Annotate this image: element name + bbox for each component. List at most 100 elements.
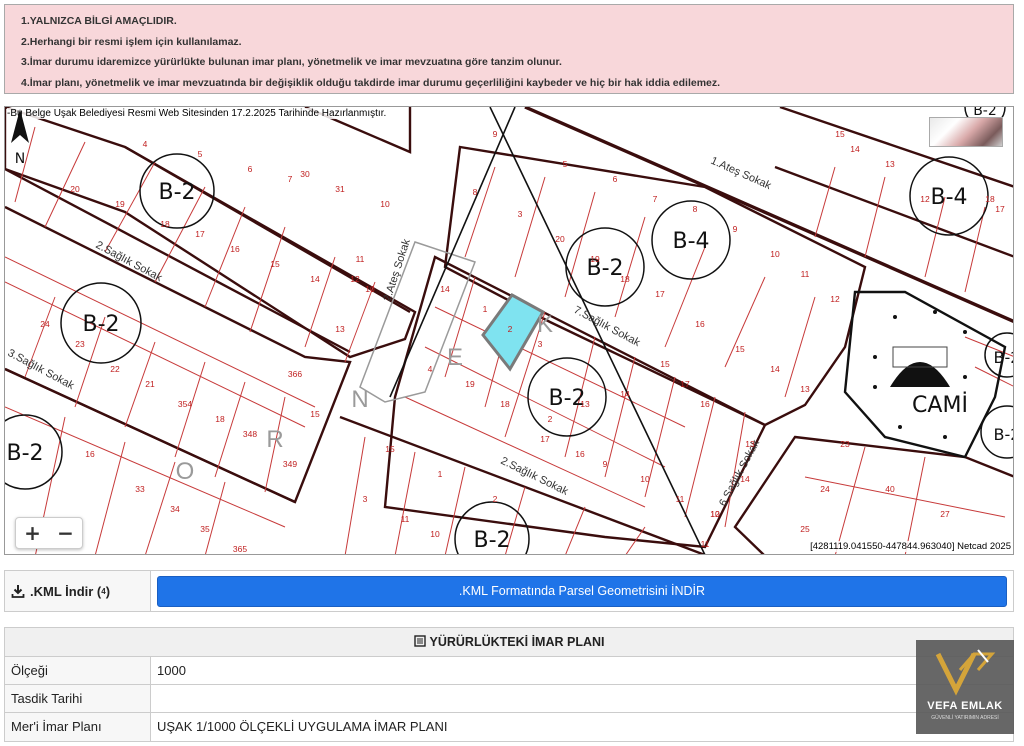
parcel-number: 354 [178, 399, 192, 409]
parcel-number: 20 [555, 234, 565, 244]
parcel-number: 13 [800, 384, 810, 394]
parcel-number: 9 [603, 459, 608, 469]
street-label: 1.Ateş Sokak [709, 155, 774, 193]
parcel-number: 21 [145, 379, 155, 389]
parcel-number: 10 [710, 509, 720, 519]
parcel-number: 14 [620, 389, 630, 399]
north-label: N [15, 151, 25, 167]
parcel-number: 13 [335, 324, 345, 334]
zoning-plan-title: YÜRÜRLÜKTEKİ İMAR PLANI [429, 635, 605, 649]
overlay-letter: E [447, 344, 463, 371]
zoom-out-button[interactable]: − [49, 518, 82, 548]
watermark-logo: VEFA EMLAK GÜVENLİ YATIRIMIN ADRESİ [916, 640, 1014, 734]
parcel-number: 5 [563, 159, 568, 169]
watermark-brand: VEFA EMLAK [927, 700, 1003, 712]
row-value-current-plan: UŞAK 1/1000 ÖLÇEKLİ UYGULAMA İMAR PLANI [157, 719, 448, 734]
parcel-number: 3 [518, 209, 523, 219]
parcel-number: 1 [438, 469, 443, 479]
parcel-number: 14 [310, 274, 320, 284]
parcel-number: 40 [885, 484, 895, 494]
map-canvas[interactable]: B-2 B-2 B-2 B-2 B-2 B-2 B-4 B-4 B-2 B-2 … [5, 107, 1014, 555]
layer-switcher-thumbnail[interactable] [929, 117, 1003, 147]
zoning-plan-header: YÜRÜRLÜKTEKİ İMAR PLANI [5, 628, 1013, 657]
parcel-number: 24 [820, 484, 830, 494]
parcel-number: 14 [850, 144, 860, 154]
parcel-number: 11 [401, 514, 410, 524]
parcel-number: 12 [920, 194, 930, 204]
parcel-number: 18 [215, 414, 225, 424]
parcel-number: 16 [85, 449, 95, 459]
parcel-number: 18 [500, 399, 510, 409]
parcel-number: 6 [248, 164, 253, 174]
parcel-number: 22 [110, 364, 120, 374]
parcel-number: 16 [230, 244, 240, 254]
parcel-number: 18 [985, 194, 995, 204]
kml-download-button[interactable]: .KML Formatında Parsel Geometrisini İNDİ… [157, 576, 1007, 607]
kml-label: .KML İndir (4) [5, 571, 151, 611]
zone-label: B-2 [82, 312, 119, 337]
document-icon [413, 635, 426, 647]
map-caption: -Bu Belge Uşak Belediyesi Resmi Web Site… [7, 108, 387, 119]
parcel-number: 12 [350, 274, 360, 284]
parcel-number: 349 [283, 459, 297, 469]
street-label: 2.Sağlık Sokak [94, 239, 165, 284]
parcel-number: 15 [660, 359, 670, 369]
parcel-number: 20 [70, 184, 80, 194]
watermark-tagline: GÜVENLİ YATIRIMIN ADRESİ [931, 715, 999, 721]
table-row: Mer'i İmar Planı UŞAK 1/1000 ÖLÇEKLİ UYG… [5, 713, 1013, 741]
parcel-number: 3 [538, 339, 543, 349]
overlay-letter: N [351, 386, 368, 413]
zoning-plan-table: YÜRÜRLÜKTEKİ İMAR PLANI Ölçeği 1000 Tasd… [4, 627, 1014, 742]
parcel-number: 19 [115, 199, 125, 209]
parcel-number: 2 [548, 414, 553, 424]
parcel-number: 17 [540, 434, 550, 444]
zoom-in-button[interactable]: + [16, 518, 49, 548]
parcel-number: 16 [695, 319, 705, 329]
parcel-number: 17 [655, 289, 665, 299]
zoning-map[interactable]: B-2 B-2 B-2 B-2 B-2 B-2 B-4 B-4 B-2 B-2 … [4, 106, 1014, 555]
parcel-number: 15 [270, 259, 280, 269]
parcel-number: 1 [483, 304, 488, 314]
zone-label: B-2 [994, 425, 1014, 444]
kml-label-text: .KML İndir ( [30, 583, 102, 599]
parcel-number: 11 [356, 254, 365, 264]
parcel-number: 11 [676, 494, 685, 504]
parcel-number: 16 [700, 399, 710, 409]
parcel-number: 11 [801, 269, 810, 279]
zone-label: B-2 [158, 180, 195, 205]
parcel-number: 13 [580, 399, 590, 409]
zone-label: B-4 [672, 229, 709, 254]
parcel-number: 2 [493, 494, 498, 504]
parcel-number: 19 [590, 254, 600, 264]
table-row: Tasdik Tarihi [5, 685, 1013, 713]
parcel-number: 16 [575, 449, 585, 459]
parcel-number: 14 [740, 474, 750, 484]
parcel-number: 15 [835, 129, 845, 139]
parcel-number: 27 [940, 509, 950, 519]
parcel-number: 7 [653, 194, 658, 204]
north-arrow-icon: N [11, 109, 29, 167]
parcel-number: 3 [363, 494, 368, 504]
zoom-control: + − [15, 517, 83, 549]
parcel-number: 14 [440, 284, 450, 294]
disclaimer-line-2: 2.Herhangi bir resmi işlem için kullanıl… [21, 35, 242, 48]
parcel-number: 35 [200, 524, 210, 534]
parcel-number: 6 [613, 174, 618, 184]
overlay-letter: R [266, 426, 283, 453]
zone-label: B-2 [6, 441, 43, 466]
parcel-number: 9 [493, 129, 498, 139]
parcel-number: 365 [233, 544, 247, 554]
table-row: Ölçeği 1000 [5, 657, 1013, 685]
parcel-number: 33 [135, 484, 145, 494]
zone-label: B-4 [930, 185, 967, 210]
street-label: 7.Sağlık Sokak [572, 304, 643, 349]
parcel-number: 31 [335, 184, 345, 194]
row-key-current-plan: Mer'i İmar Planı [5, 713, 151, 741]
download-icon [11, 585, 25, 598]
parcel-number: 4 [143, 139, 148, 149]
overlay-letter: K [537, 311, 553, 338]
parcel-number: 8 [693, 204, 698, 214]
parcel-number: 15 [385, 444, 395, 454]
parcel-number: 14 [770, 364, 780, 374]
parcel-number: 7 [288, 174, 293, 184]
